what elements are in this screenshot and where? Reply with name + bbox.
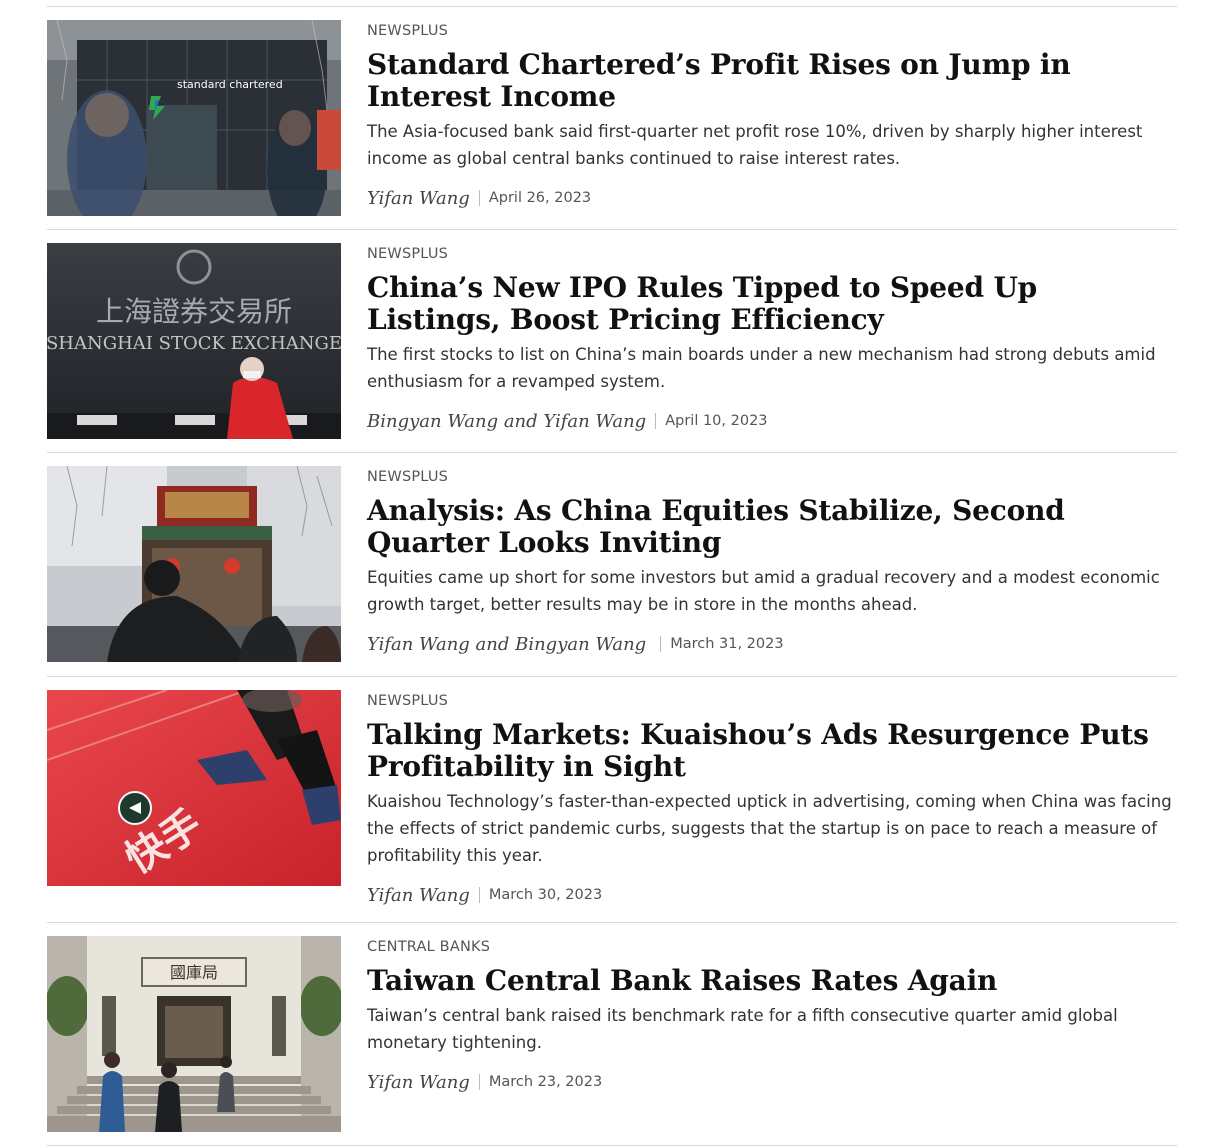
image-sign-cn: 上海證券交易所 xyxy=(96,295,292,328)
article-thumbnail[interactable]: standard chartered xyxy=(47,20,341,216)
article-item: 國庫局 CENTRAL BANKS Taiwan Central Bank Ra… xyxy=(47,922,1177,1146)
byline-separator xyxy=(478,887,480,903)
article-category[interactable]: NEWSPLUS xyxy=(367,468,1177,486)
article-headline[interactable]: Taiwan Central Bank Raises Rates Again xyxy=(367,965,1177,997)
article-content: NEWSPLUS Analysis: As China Equities Sta… xyxy=(367,466,1177,676)
byline-row: Yifan Wang March 30, 2023 xyxy=(367,881,1177,909)
article-category[interactable]: NEWSPLUS xyxy=(367,245,1177,263)
article-summary: The first stocks to list on China’s main… xyxy=(367,345,1156,391)
central-bank-building-image: 國庫局 xyxy=(47,936,341,1132)
article-content: NEWSPLUS China’s New IPO Rules Tipped to… xyxy=(367,243,1177,452)
byline-separator xyxy=(655,413,657,429)
byline-row: Yifan Wang April 26, 2023 xyxy=(367,184,1177,212)
kuaishou-floor-logo-image: 快手 xyxy=(47,690,341,886)
article-headline[interactable]: Analysis: As China Equities Stabilize, S… xyxy=(367,495,1177,559)
article-author[interactable]: Yifan Wang and Bingyan Wang xyxy=(367,634,646,655)
street-kiosk-image xyxy=(47,466,341,662)
byline-row: Yifan Wang March 23, 2023 xyxy=(367,1068,1177,1096)
article-summary: Kuaishou Technology’s faster-than-expect… xyxy=(367,792,1172,865)
article-thumbnail[interactable]: 快手 xyxy=(47,690,341,886)
shanghai-stock-exchange-image: 上海證券交易所 SHANGHAI STOCK EXCHANGE xyxy=(47,243,341,439)
byline-row: Bingyan Wang and Yifan Wang April 10, 20… xyxy=(367,407,1177,435)
article-list: standard chartered NEWSPLUS Standard Cha… xyxy=(47,6,1177,1146)
byline-row: Yifan Wang and Bingyan Wang March 31, 20… xyxy=(367,630,1177,658)
article-date: April 26, 2023 xyxy=(488,190,592,206)
article-item: standard chartered NEWSPLUS Standard Cha… xyxy=(47,6,1177,229)
byline-separator xyxy=(478,190,480,206)
article-item: 上海證券交易所 SHANGHAI STOCK EXCHANGE NEWSPLUS… xyxy=(47,229,1177,452)
article-summary: Taiwan’s central bank raised its benchma… xyxy=(367,1006,1118,1052)
article-headline[interactable]: Standard Chartered’s Profit Rises on Jum… xyxy=(367,49,1177,113)
article-author[interactable]: Yifan Wang xyxy=(367,885,470,906)
article-thumbnail[interactable] xyxy=(47,466,341,662)
byline-separator xyxy=(478,1074,480,1090)
article-content: NEWSPLUS Talking Markets: Kuaishou’s Ads… xyxy=(367,690,1177,922)
article-summary: The Asia-focused bank said first-quarter… xyxy=(367,122,1143,168)
article-headline[interactable]: China’s New IPO Rules Tipped to Speed Up… xyxy=(367,272,1177,336)
article-date: March 23, 2023 xyxy=(488,1074,603,1090)
article-thumbnail[interactable]: 國庫局 xyxy=(47,936,341,1132)
article-content: CENTRAL BANKS Taiwan Central Bank Raises… xyxy=(367,936,1177,1145)
article-item: 快手 NEWSPLUS Talking Markets: Kuaishou’s … xyxy=(47,676,1177,922)
standard-chartered-building-image: standard chartered xyxy=(47,20,341,216)
article-content: NEWSPLUS Standard Chartered’s Profit Ris… xyxy=(367,20,1177,229)
article-summary: Equities came up short for some investor… xyxy=(367,568,1160,614)
image-sign-text: 國庫局 xyxy=(170,963,218,982)
image-sign-en: SHANGHAI STOCK EXCHANGE xyxy=(47,333,341,354)
article-date: March 31, 2023 xyxy=(670,636,784,652)
article-thumbnail[interactable]: 上海證券交易所 SHANGHAI STOCK EXCHANGE xyxy=(47,243,341,439)
article-author[interactable]: Bingyan Wang and Yifan Wang xyxy=(367,411,646,432)
article-category[interactable]: CENTRAL BANKS xyxy=(367,938,1177,956)
article-category[interactable]: NEWSPLUS xyxy=(367,22,1177,40)
article-headline[interactable]: Talking Markets: Kuaishou’s Ads Resurgen… xyxy=(367,719,1177,783)
article-date: March 30, 2023 xyxy=(488,887,603,903)
image-sign-text: standard chartered xyxy=(177,78,283,91)
article-date: April 10, 2023 xyxy=(665,413,768,429)
byline-separator xyxy=(660,636,662,652)
article-category[interactable]: NEWSPLUS xyxy=(367,692,1177,710)
article-item: NEWSPLUS Analysis: As China Equities Sta… xyxy=(47,452,1177,676)
article-author[interactable]: Yifan Wang xyxy=(367,1072,470,1093)
article-author[interactable]: Yifan Wang xyxy=(367,188,470,209)
